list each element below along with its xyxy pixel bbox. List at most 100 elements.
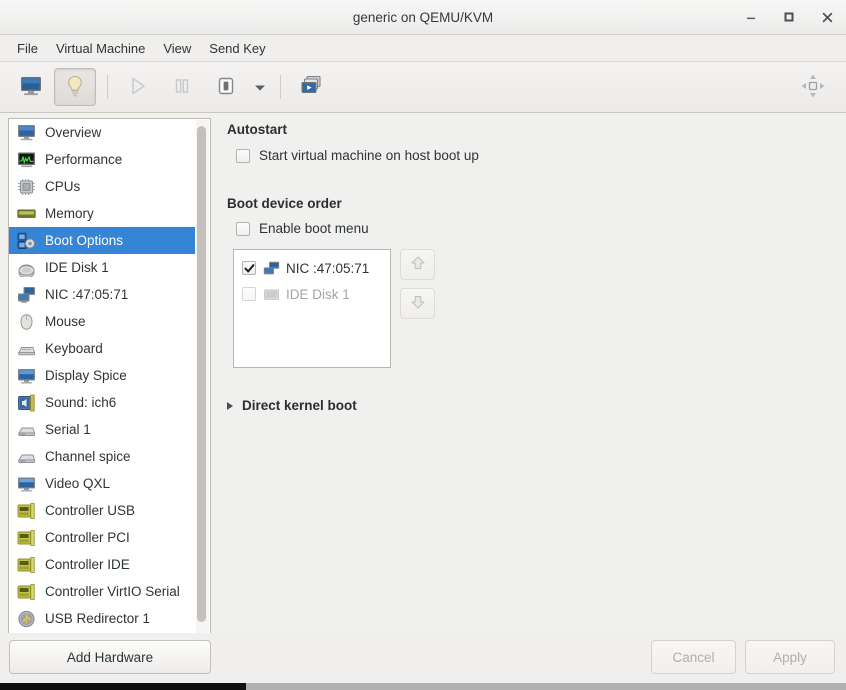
sidebar-scrollbar-thumb[interactable] — [197, 126, 206, 622]
dialog-footer: Add Hardware Cancel Apply — [0, 633, 846, 683]
apply-button: Apply — [745, 640, 835, 674]
sidebar-item-label: Controller IDE — [45, 557, 130, 572]
menu-file[interactable]: File — [8, 38, 47, 59]
sidebar-item-label: Channel spice — [45, 449, 131, 464]
sidebar-item-video-qxl[interactable]: Video QXL — [9, 470, 195, 497]
snapshots-button[interactable] — [290, 68, 332, 106]
shutdown-button[interactable] — [205, 68, 247, 106]
controller-icon — [15, 501, 37, 521]
minimize-button[interactable] — [740, 6, 762, 28]
lightbulb-icon — [64, 74, 86, 101]
monitor-icon — [19, 75, 43, 100]
display-icon — [15, 366, 37, 386]
channel-icon — [15, 447, 37, 467]
controller-icon — [15, 528, 37, 548]
sidebar-item-label: Memory — [45, 206, 94, 221]
boot-device-checkbox[interactable] — [242, 287, 256, 301]
menu-bar: File Virtual Machine View Send Key — [0, 35, 846, 62]
boot-device-label: NIC :47:05:71 — [286, 260, 370, 276]
fullscreen-button[interactable] — [792, 68, 834, 106]
sidebar-item-nic[interactable]: NIC :47:05:71 — [9, 281, 195, 308]
sidebar-item-label: Mouse — [45, 314, 86, 329]
sidebar-item-keyboard[interactable]: Keyboard — [9, 335, 195, 362]
autostart-heading: Autostart — [227, 122, 287, 137]
chevron-right-icon — [227, 401, 233, 410]
desktop-taskbar — [0, 683, 846, 690]
boot-device-row[interactable]: NIC :47:05:71 — [234, 255, 390, 281]
snapshots-icon — [299, 75, 323, 100]
sidebar-item-label: Serial 1 — [45, 422, 91, 437]
boot-device-checkbox[interactable] — [242, 261, 256, 275]
serial-port-icon — [15, 420, 37, 440]
sidebar-item-ide-disk-1[interactable]: IDE Disk 1 — [9, 254, 195, 281]
keyboard-icon — [15, 339, 37, 359]
monitor-icon — [15, 123, 37, 143]
sidebar-item-cpus[interactable]: CPUs — [9, 173, 195, 200]
power-icon — [215, 75, 237, 100]
boot-order-heading: Boot device order — [227, 196, 342, 211]
show-console-button[interactable] — [10, 68, 52, 106]
sidebar-item-label: IDE Disk 1 — [45, 260, 109, 275]
window-title: generic on QEMU/KVM — [352, 9, 494, 25]
sound-card-icon — [15, 393, 37, 413]
cancel-button: Cancel — [651, 640, 736, 674]
boot-menu-checkbox[interactable] — [236, 221, 250, 236]
sidebar-item-label: Controller VirtIO Serial — [45, 584, 180, 599]
sidebar-item-display-spice[interactable]: Display Spice — [9, 362, 195, 389]
mouse-icon — [15, 312, 37, 332]
boot-device-row[interactable]: IDE Disk 1 — [234, 281, 390, 307]
controller-icon — [15, 582, 37, 602]
autostart-checkbox[interactable] — [236, 148, 250, 163]
sidebar-item-memory[interactable]: Memory — [9, 200, 195, 227]
sidebar-item-serial-1[interactable]: Serial 1 — [9, 416, 195, 443]
sidebar-item-boot-options[interactable]: Boot Options — [9, 227, 195, 254]
close-button[interactable] — [816, 6, 838, 28]
shutdown-menu-caret[interactable] — [249, 69, 271, 105]
sidebar-item-controller-ide[interactable]: Controller IDE — [9, 551, 195, 578]
arrow-down-icon — [409, 293, 427, 314]
sidebar-item-overview[interactable]: Overview — [9, 119, 195, 146]
sidebar-item-controller-usb[interactable]: Controller USB — [9, 497, 195, 524]
sidebar-item-label: Boot Options — [45, 233, 124, 248]
sidebar-item-controller-pci[interactable]: Controller PCI — [9, 524, 195, 551]
boot-device-list[interactable]: NIC :47:05:71 IDE Disk 1 — [233, 249, 391, 368]
sidebar-item-mouse[interactable]: Mouse — [9, 308, 195, 335]
sidebar-item-label: USB Redirector 1 — [45, 611, 151, 626]
sidebar-item-performance[interactable]: Performance — [9, 146, 195, 173]
sidebar-item-label: Controller USB — [45, 503, 136, 518]
boot-options-icon — [15, 231, 37, 251]
menu-view[interactable]: View — [154, 38, 200, 59]
sidebar-item-usb-redirector-1[interactable]: USB Redirector 1 — [9, 605, 195, 632]
virt-manager-window: generic on QEMU/KVM File Virtual Machine… — [0, 0, 846, 690]
sidebar-item-label: Performance — [45, 152, 123, 167]
direct-kernel-boot-label: Direct kernel boot — [242, 398, 357, 413]
title-bar: generic on QEMU/KVM — [0, 0, 846, 35]
hardware-list: Overview Performance CPUs Memory Boot Op… — [8, 118, 211, 636]
sidebar-item-label: Controller PCI — [45, 530, 130, 545]
sidebar-item-controller-virtio-serial[interactable]: Controller VirtIO Serial — [9, 578, 195, 605]
sidebar-scrollbar-track[interactable] — [196, 120, 209, 634]
show-details-button[interactable] — [54, 68, 96, 106]
autostart-checkbox-row[interactable]: Start virtual machine on host boot up — [236, 148, 479, 163]
cpu-chip-icon — [15, 177, 37, 197]
sidebar-item-label: CPUs — [45, 179, 81, 194]
memory-stick-icon — [15, 204, 37, 224]
hard-disk-icon — [15, 258, 37, 278]
boot-options-panel: Autostart Start virtual machine on host … — [219, 113, 839, 633]
usb-icon — [15, 609, 37, 629]
direct-kernel-boot-expander[interactable]: Direct kernel boot — [227, 398, 357, 413]
menu-virtual-machine[interactable]: Virtual Machine — [47, 38, 154, 59]
window-controls — [740, 0, 838, 34]
sidebar-item-channel-spice[interactable]: Channel spice — [9, 443, 195, 470]
sidebar-item-label: Display Spice — [45, 368, 127, 383]
sidebar-item-sound[interactable]: Sound: ich6 — [9, 389, 195, 416]
menu-send-key[interactable]: Send Key — [200, 38, 274, 59]
sidebar-item-label: Overview — [45, 125, 102, 140]
maximize-button[interactable] — [778, 6, 800, 28]
arrow-up-icon — [409, 254, 427, 275]
sidebar-item-label: Keyboard — [45, 341, 103, 356]
add-hardware-button[interactable]: Add Hardware — [9, 640, 211, 674]
boot-menu-checkbox-row[interactable]: Enable boot menu — [236, 221, 369, 236]
move-down-button — [400, 288, 435, 319]
sidebar-item-label: NIC :47:05:71 — [45, 287, 129, 302]
